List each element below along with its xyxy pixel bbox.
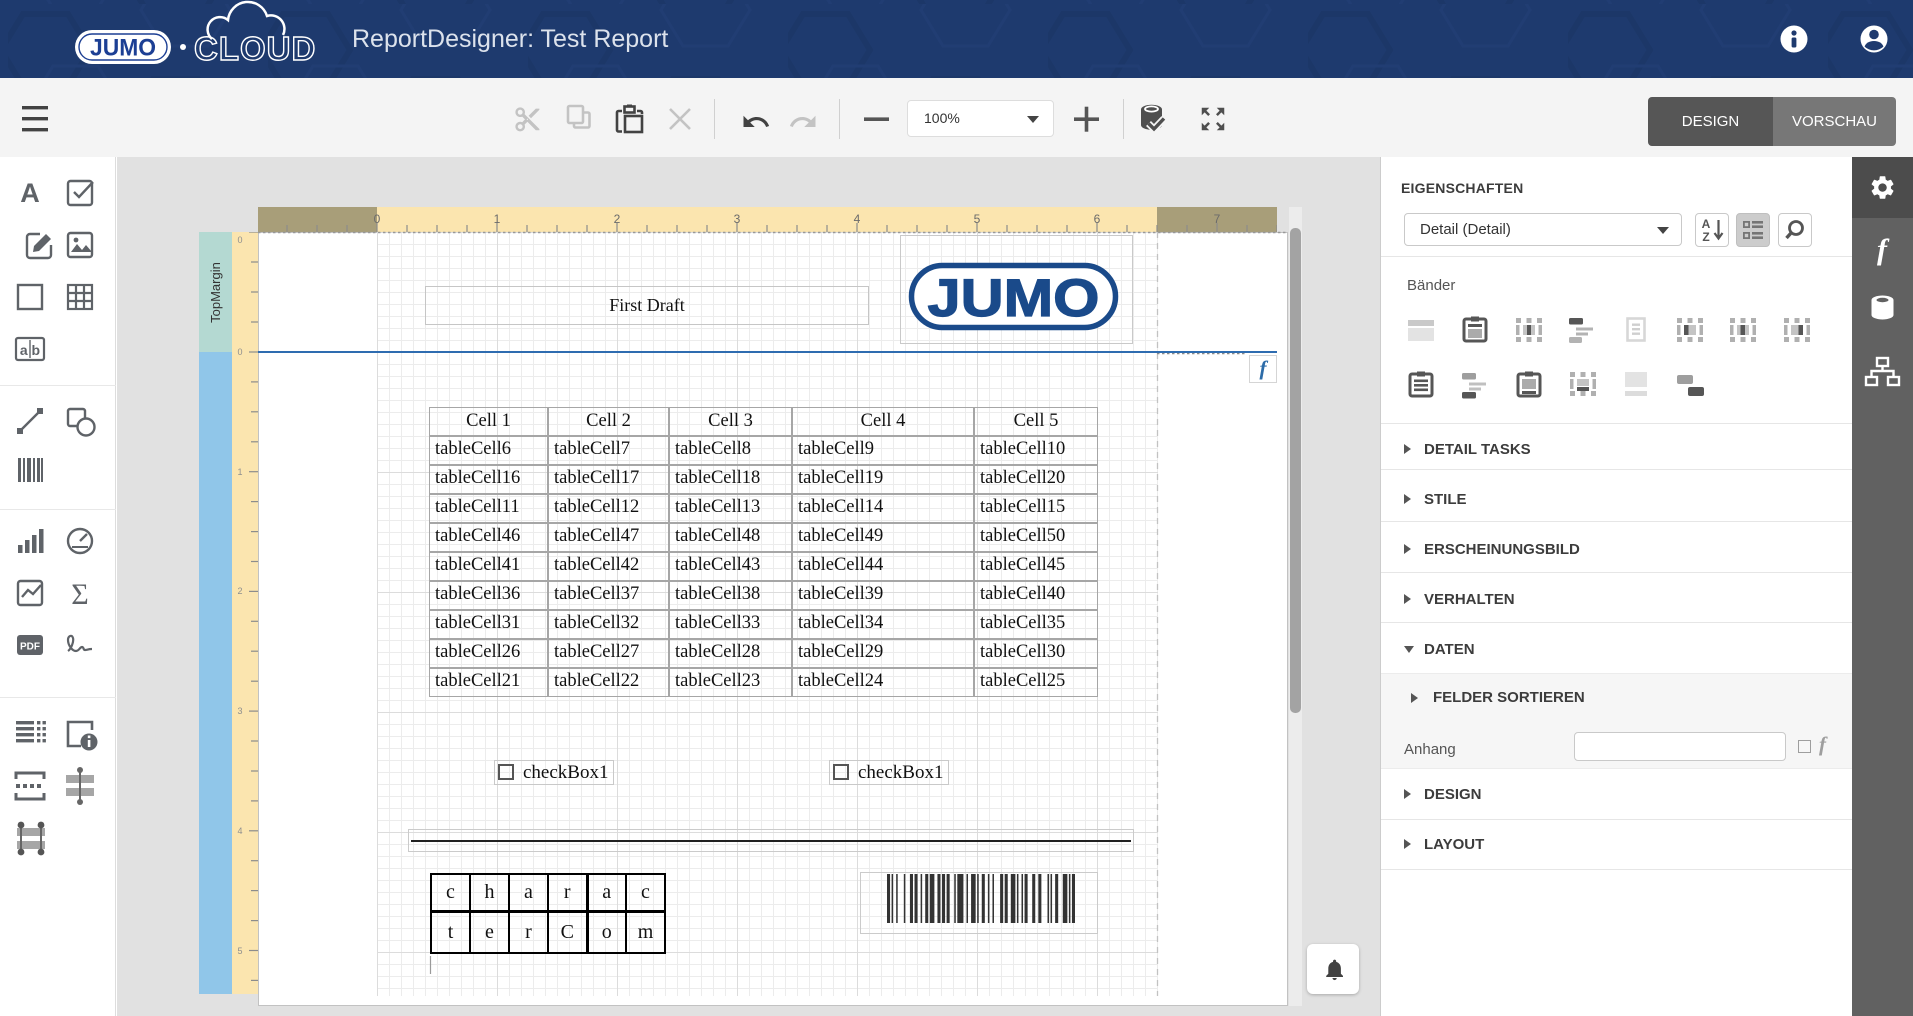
svg-text:5: 5 — [974, 212, 981, 226]
svg-text:5: 5 — [237, 946, 242, 956]
svg-text:A: A — [1702, 217, 1711, 231]
svg-text:Z: Z — [1702, 230, 1709, 244]
svg-text:6: 6 — [1094, 212, 1101, 226]
svg-text:0: 0 — [237, 347, 242, 357]
svg-text:f: f — [1877, 233, 1890, 266]
svg-text:7: 7 — [1214, 212, 1221, 226]
svg-text:1: 1 — [494, 212, 501, 226]
svg-text:4: 4 — [854, 212, 861, 226]
svg-text:1: 1 — [237, 467, 242, 477]
svg-text:0: 0 — [237, 235, 242, 245]
svg-text:PDF: PDF — [20, 642, 40, 653]
svg-text:2: 2 — [237, 586, 242, 596]
svg-text:0: 0 — [374, 212, 381, 226]
svg-text:JUMO: JUMO — [90, 35, 156, 62]
svg-text:Σ: Σ — [71, 578, 88, 611]
svg-text:3: 3 — [237, 706, 242, 716]
svg-text:CLOUD: CLOUD — [194, 30, 316, 67]
svg-text:A: A — [20, 178, 40, 208]
svg-text:3: 3 — [734, 212, 741, 226]
svg-text:2: 2 — [614, 212, 621, 226]
svg-text:4: 4 — [237, 826, 242, 836]
svg-text:JUMO: JUMO — [928, 269, 1100, 328]
